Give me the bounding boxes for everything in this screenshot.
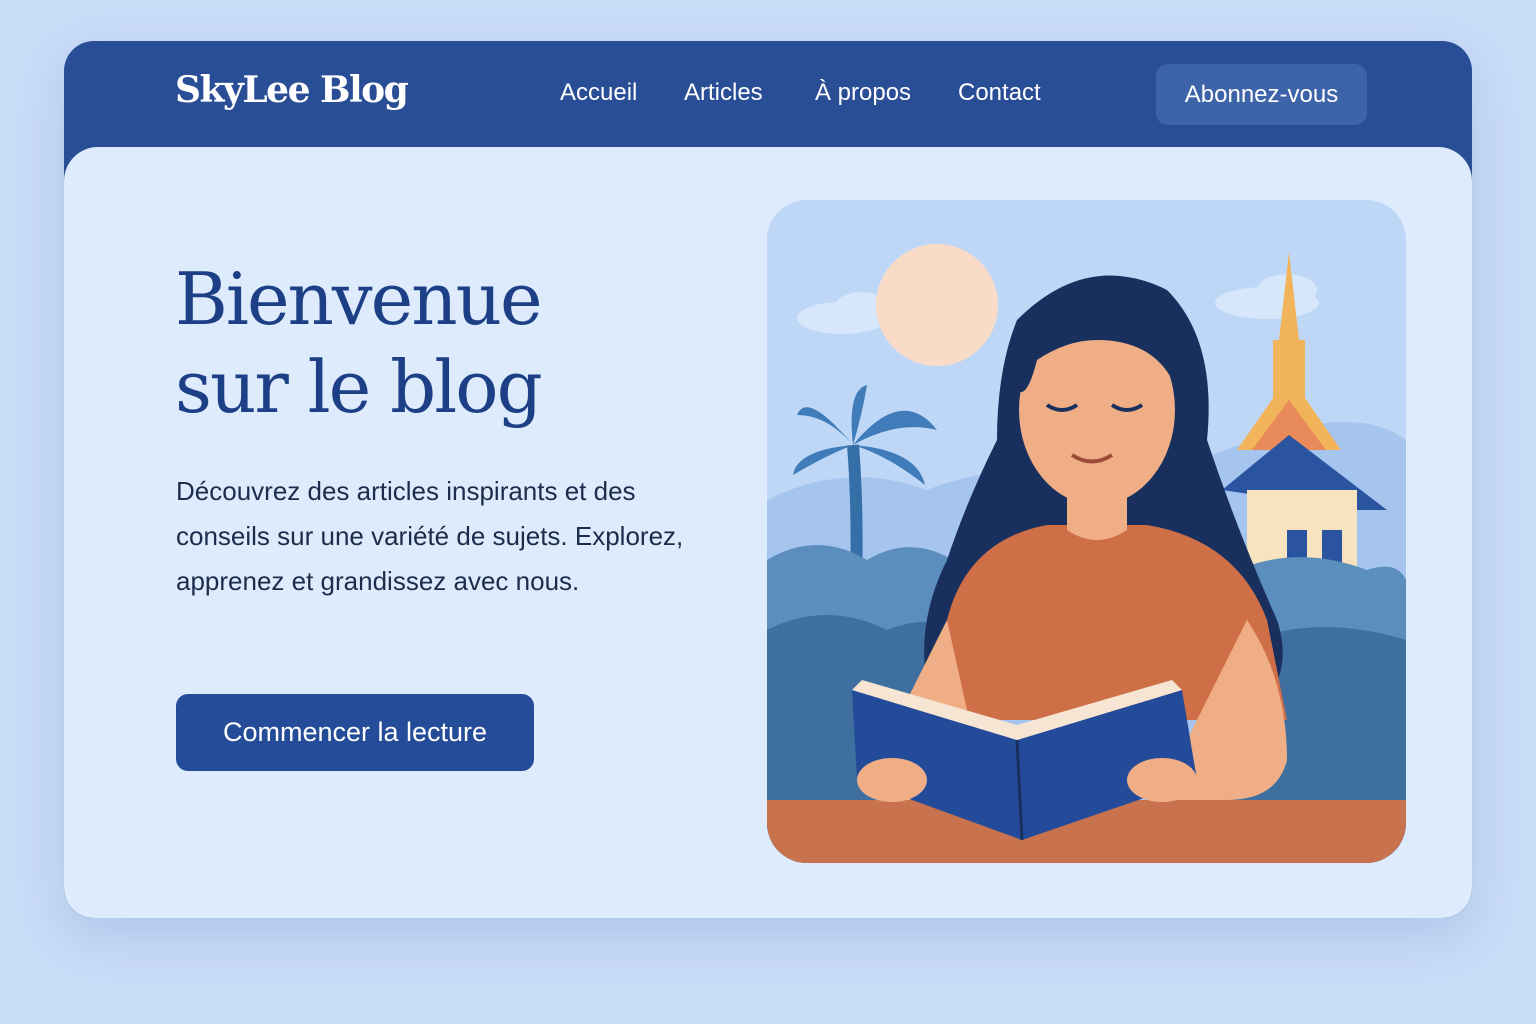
nav-link-accueil[interactable]: Accueil xyxy=(560,79,637,107)
hero-illustration xyxy=(767,200,1406,863)
nav-link-contact[interactable]: Contact xyxy=(958,79,1041,107)
hero-title-line1: Bienvenue xyxy=(175,257,543,341)
hero-title-line2: sur le blog xyxy=(175,345,543,429)
start-reading-button[interactable]: Commencer la lecture xyxy=(176,694,534,771)
nav-link-a-propos[interactable]: À propos xyxy=(815,79,911,107)
hero-description: Découvrez des articles inspirants et des… xyxy=(176,476,684,596)
sun-icon xyxy=(876,244,998,366)
site-frame: SkyLee Blog Accueil Articles À propos Co… xyxy=(64,41,1472,918)
hero-section: Bienvenue sur le blog Découvrez des arti… xyxy=(64,147,1472,918)
reading-woman-illustration xyxy=(767,200,1406,863)
nav-link-articles[interactable]: Articles xyxy=(684,79,763,107)
hero-title: Bienvenue sur le blog xyxy=(175,255,735,431)
site-logo[interactable]: SkyLee Blog xyxy=(175,69,409,111)
top-navigation: SkyLee Blog Accueil Articles À propos Co… xyxy=(64,41,1472,147)
subscribe-button[interactable]: Abonnez-vous xyxy=(1156,64,1367,125)
